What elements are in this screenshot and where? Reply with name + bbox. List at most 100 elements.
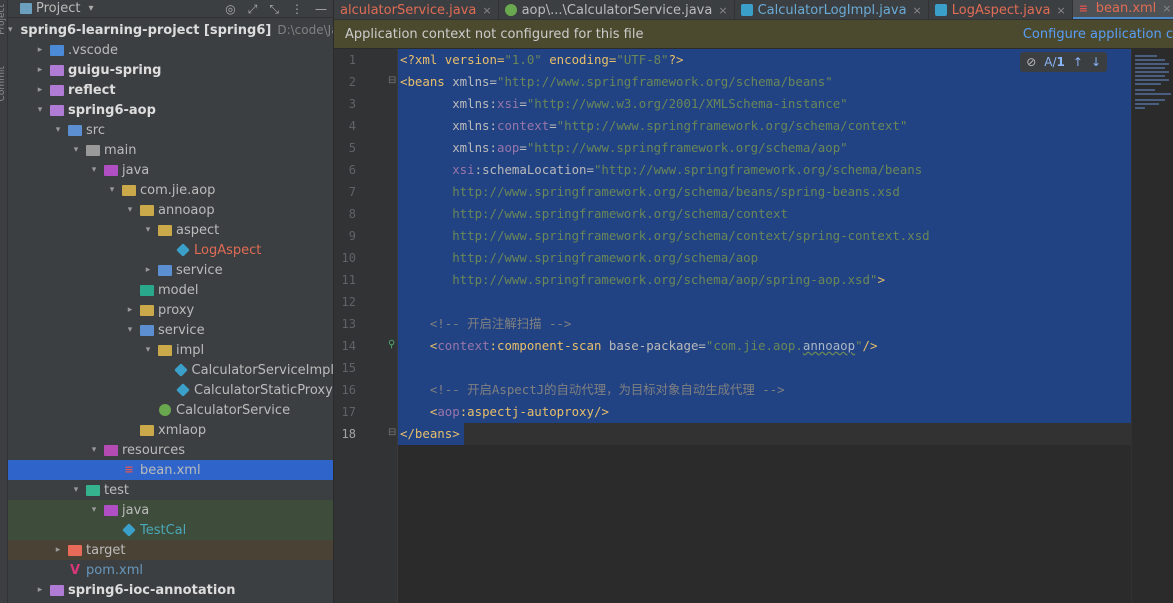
tree-item[interactable]: ▾ main — [8, 140, 333, 160]
tree-item[interactable]: ▸ service — [8, 260, 333, 280]
tree-item[interactable]: ▸ reflect — [8, 80, 333, 100]
tree-item[interactable]: ▾ resources — [8, 440, 333, 460]
chevron-down-icon[interactable]: ▾ — [70, 145, 82, 155]
tree-item[interactable]: ▾ annoaop — [8, 200, 333, 220]
code-line: </beans> — [400, 423, 460, 445]
tree-item[interactable]: ▾ test — [8, 480, 333, 500]
tree-item[interactable]: ▸ spring6-ioc-annotation — [8, 580, 333, 600]
chevron-down-icon[interactable]: ▾ — [8, 25, 13, 35]
chevron-right-icon[interactable]: ▸ — [34, 45, 46, 55]
tree-item[interactable]: ▾ spring6-learning-project [spring6] D:\co… — [8, 20, 333, 40]
code-line: http://www.springframework.org/schema/co… — [400, 203, 788, 225]
chevron-down-icon[interactable]: ▾ — [70, 485, 82, 495]
tree-item[interactable]: TestCal — [8, 520, 333, 540]
tree-item-label: guigu-spring — [68, 62, 162, 78]
tree-item[interactable]: CalculatorStaticProxy — [8, 380, 333, 400]
hide-icon[interactable]: — — [315, 2, 327, 16]
chevron-right-icon[interactable]: ▸ — [34, 585, 46, 595]
folder-icon — [158, 224, 172, 236]
chevron-down-icon[interactable]: ▾ — [88, 3, 93, 14]
chevron-down-icon[interactable]: ▾ — [142, 225, 154, 235]
project-panel-header: Project ▾ ◎ ⤢ ⤡ ⋮ — — [8, 0, 333, 18]
tree-item[interactable]: ▾ com.jie.aop — [8, 180, 333, 200]
tree-item[interactable]: ▾ java — [8, 500, 333, 520]
code-token: xsi — [496, 96, 520, 111]
tree-item[interactable]: ▾ aspect — [8, 220, 333, 240]
tree-item[interactable]: Vpom.xml — [8, 560, 333, 580]
fold-icon[interactable]: ⊟ — [388, 427, 396, 438]
chevron-right-icon[interactable]: ▸ — [124, 305, 136, 315]
chevron-down-icon[interactable]: ▾ — [88, 505, 100, 515]
editor-tab[interactable]: alculatorService.java × — [334, 0, 499, 19]
arrow-up-icon[interactable]: ↑ — [1073, 55, 1083, 69]
code-token: <?xml version= — [400, 52, 505, 67]
tree-item[interactable]: ▸ proxy — [8, 300, 333, 320]
typo-count[interactable]: A/1 — [1044, 55, 1065, 69]
tree-item[interactable]: ▸ .vscode — [8, 40, 333, 60]
close-icon[interactable]: × — [718, 4, 727, 17]
project-panel-title[interactable]: Project — [36, 1, 80, 16]
tree-item[interactable]: CalculatorServiceImpl — [8, 360, 333, 380]
code-editor[interactable]: <?xml version="1.0" encoding="UTF-8"?> <b… — [398, 49, 1131, 603]
code-line: xmlns:xsi="http://www.w3.org/2001/XMLSch… — [400, 93, 847, 115]
editor-tabs: alculatorService.java × aop\...\Calculator… — [334, 0, 1173, 20]
tree-item[interactable]: ▸ guigu-spring — [8, 60, 333, 80]
tree-item[interactable]: ▾ impl — [8, 340, 333, 360]
code-token: http://www.springframework.org/schema/ao… — [400, 250, 759, 265]
folder-icon — [140, 204, 154, 216]
tree-item-label: impl — [176, 342, 205, 358]
code-token: </beans> — [400, 426, 460, 441]
expand-icon[interactable]: ⤢ — [248, 2, 258, 17]
eye-off-icon[interactable]: ⊘ — [1026, 55, 1036, 69]
tree-item[interactable]: ▾ java — [8, 160, 333, 180]
close-icon[interactable]: × — [1057, 4, 1066, 17]
editor-tab[interactable]: LogAspect.java × — [929, 0, 1073, 19]
chevron-down-icon[interactable]: ▾ — [88, 165, 100, 175]
chevron-down-icon[interactable]: ▾ — [124, 205, 136, 215]
code-token: aop — [437, 404, 460, 419]
arrow-down-icon[interactable]: ↓ — [1091, 55, 1101, 69]
tree-item-label: spring6-aop — [68, 102, 156, 118]
tree-item-label: reflect — [68, 82, 116, 98]
code-token: = — [519, 140, 527, 155]
editor-tab[interactable]: aop\...\CalculatorService.java × — [499, 0, 735, 19]
tree-item[interactable]: LogAspect — [8, 240, 333, 260]
tree-item[interactable]: CalculatorService — [8, 400, 333, 420]
tree-item[interactable]: ▾ service — [8, 320, 333, 340]
code-line: http://www.springframework.org/schema/co… — [400, 225, 929, 247]
code-token: "1.0" — [504, 52, 542, 67]
interface-icon — [159, 404, 171, 416]
tree-item[interactable]: ▸ target — [8, 540, 333, 560]
chevron-down-icon[interactable]: ▾ — [88, 445, 100, 455]
chevron-down-icon[interactable]: ▾ — [34, 105, 46, 115]
close-icon[interactable]: × — [1162, 2, 1171, 15]
chevron-right-icon[interactable]: ▸ — [142, 265, 154, 275]
chevron-right-icon[interactable]: ▸ — [52, 545, 64, 555]
code-token: "http://www.springframework.org/schema/a… — [526, 140, 848, 155]
target-icon[interactable]: ◎ — [225, 2, 235, 16]
tree-item[interactable]: ≡ bean.xml — [8, 460, 333, 480]
tree-item[interactable]: model — [8, 280, 333, 300]
editor-tab[interactable]: CalculatorLogImpl.java × — [735, 0, 929, 19]
search-icon[interactable]: ⚲ — [388, 339, 395, 350]
chevron-down-icon[interactable]: ▾ — [52, 125, 64, 135]
code-token: annoaop — [802, 338, 856, 353]
collapse-icon[interactable]: ⤡ — [269, 2, 279, 17]
code-token: :aspectj-autoproxy/> — [459, 404, 609, 419]
chevron-down-icon[interactable]: ▾ — [106, 185, 118, 195]
editor-area: alculatorService.java × aop\...\Calculator… — [334, 0, 1173, 603]
fold-icon[interactable]: ⊟ — [388, 75, 396, 86]
tree-item[interactable]: ▾ spring6-aop — [8, 100, 333, 120]
chevron-down-icon[interactable]: ▾ — [142, 345, 154, 355]
minimap — [1131, 49, 1173, 603]
more-icon[interactable]: ⋮ — [291, 2, 303, 16]
editor-tab[interactable]: ≡ bean.xml × — [1072, 0, 1173, 19]
close-icon[interactable]: × — [913, 4, 922, 17]
chevron-right-icon[interactable]: ▸ — [34, 85, 46, 95]
close-icon[interactable]: × — [482, 4, 491, 17]
chevron-down-icon[interactable]: ▾ — [124, 325, 136, 335]
chevron-right-icon[interactable]: ▸ — [34, 65, 46, 75]
tree-item[interactable]: ▾ src — [8, 120, 333, 140]
tree-item[interactable]: xmlaop — [8, 420, 333, 440]
configure-application-link[interactable]: Configure application c — [1023, 27, 1173, 42]
